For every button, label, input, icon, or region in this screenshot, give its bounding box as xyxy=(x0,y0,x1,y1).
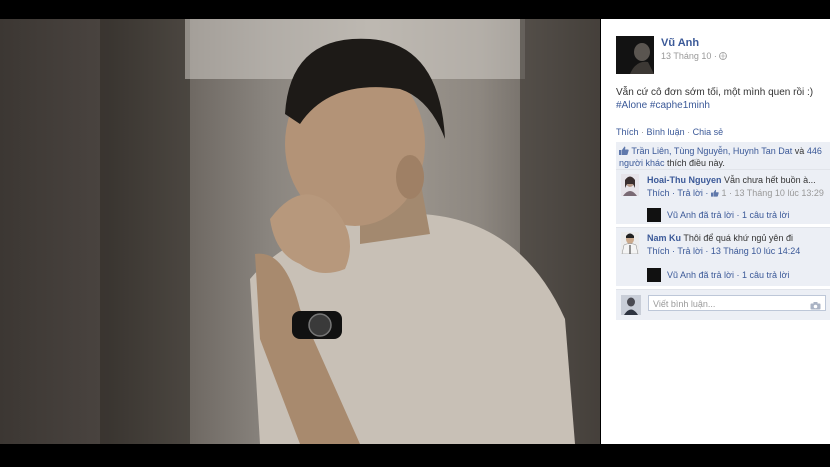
reply-avatar xyxy=(647,268,661,282)
comment-time: · 13 Tháng 10 lúc 13:29 xyxy=(726,188,824,198)
write-comment-box: Viết bình luận... xyxy=(616,289,830,320)
viewer-avatar xyxy=(621,295,641,315)
post-meta: 13 Tháng 10 · xyxy=(661,51,728,61)
comment-item: Hoai-Thu Nguyen Vẫn chưa hết buồn à... T… xyxy=(616,169,830,224)
comment-link[interactable]: Bình luận xyxy=(647,127,685,137)
thumbs-up-icon xyxy=(619,146,629,155)
post-date[interactable]: 13 Tháng 10 · xyxy=(661,51,717,61)
commenter-avatar[interactable] xyxy=(621,232,639,255)
likes-text: Trần Liên, Tùng Nguyễn, Huynh Tan Dat và… xyxy=(616,142,830,172)
camera-icon[interactable] xyxy=(810,299,821,310)
commenter-name[interactable]: Hoai-Thu Nguyen xyxy=(647,175,722,185)
comment-actions: Thích · Trả lời · 1 · 13 Tháng 10 lúc 13… xyxy=(647,187,824,200)
liker-names[interactable]: Trần Liên, Tùng Nguyễn, Huynh Tan Dat xyxy=(631,146,792,156)
reply-text[interactable]: Vũ Anh đã trả lời · 1 câu trả lời xyxy=(667,210,789,220)
comment-like-reply[interactable]: Thích · Trả lời · xyxy=(647,188,711,198)
comment-body: Hoai-Thu Nguyen Vẫn chưa hết buồn à... T… xyxy=(647,174,824,200)
reply-summary[interactable]: Vũ Anh đã trả lời · 1 câu trả lời xyxy=(647,208,789,222)
status-text: Vẫn cứ cô đơn sớm tối, một mình quen rồi… xyxy=(616,86,821,112)
author-name[interactable]: Vũ Anh xyxy=(661,37,699,49)
share-link[interactable]: Chia sẻ xyxy=(693,127,724,137)
commenter-avatar[interactable] xyxy=(621,174,639,196)
post-actions: Thích · Bình luận · Chia sẻ xyxy=(616,127,723,137)
comment-placeholder: Viết bình luận... xyxy=(653,299,716,309)
comment-item: Nam Ku Thôi để quá khứ ngủ yên đi Thích … xyxy=(616,227,830,286)
like-link[interactable]: Thích xyxy=(616,127,639,137)
separator: · xyxy=(687,127,691,137)
comment-text: Thôi để quá khứ ngủ yên đi xyxy=(681,233,793,243)
comment-like-reply[interactable]: Thích · Trả lời · 13 Tháng 10 lúc 14:24 xyxy=(647,246,800,256)
status-message: Vẫn cứ cô đơn sớm tối, một mình quen rồi… xyxy=(616,87,814,98)
likes-summary: Trần Liên, Tùng Nguyễn, Huynh Tan Dat và… xyxy=(616,142,830,172)
globe-icon xyxy=(719,51,728,61)
separator: · xyxy=(641,127,645,137)
photo[interactable] xyxy=(0,19,600,444)
reply-summary[interactable]: Vũ Anh đã trả lời · 1 câu trả lời xyxy=(647,268,789,282)
comment-input[interactable]: Viết bình luận... xyxy=(648,295,826,311)
comment-actions: Thích · Trả lời · 13 Tháng 10 lúc 14:24 xyxy=(647,245,800,258)
reply-text[interactable]: Vũ Anh đã trả lời · 1 câu trả lời xyxy=(667,270,789,280)
likes-and: và xyxy=(792,146,805,156)
comment-body: Nam Ku Thôi để quá khứ ngủ yên đi Thích … xyxy=(647,232,800,258)
thumbs-up-icon xyxy=(710,188,719,198)
likes-suffix: thích điều này. xyxy=(664,158,725,168)
post-panel: Vũ Anh 13 Tháng 10 · Vẫn cứ cô đơn sớm t… xyxy=(601,19,830,444)
comment-text: Vẫn chưa hết buồn à... xyxy=(721,175,816,185)
reply-avatar xyxy=(647,208,661,222)
commenter-name[interactable]: Nam Ku xyxy=(647,233,681,243)
portrait-image xyxy=(100,19,600,444)
hashtags[interactable]: #Alone #caphe1minh xyxy=(616,99,821,112)
author-avatar[interactable] xyxy=(616,36,654,74)
